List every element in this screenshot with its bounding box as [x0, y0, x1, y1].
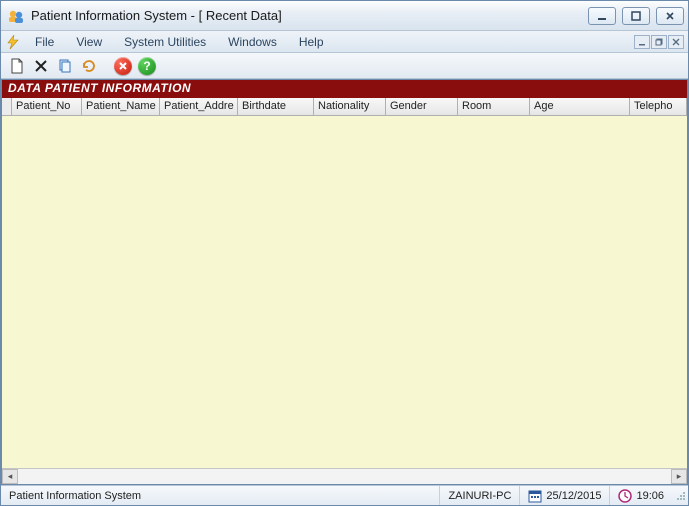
grid-body[interactable]: [2, 116, 687, 468]
calendar-icon: [528, 489, 542, 503]
status-time-text: 19:06: [636, 490, 664, 502]
window-controls: [588, 7, 684, 25]
mdi-restore-button[interactable]: [651, 35, 667, 49]
mdi-close-button[interactable]: [668, 35, 684, 49]
col-gender[interactable]: Gender: [386, 98, 458, 115]
status-time: 19:06: [610, 486, 672, 505]
window-title: Patient Information System - [ Recent Da…: [31, 8, 588, 23]
col-telepho[interactable]: Telepho: [630, 98, 687, 115]
mdi-controls: [634, 35, 684, 49]
refresh-button[interactable]: [79, 56, 99, 76]
col-patient-no[interactable]: Patient_No: [12, 98, 82, 115]
section-banner: DATA PATIENT INFORMATION: [2, 80, 687, 98]
menu-file[interactable]: File: [25, 33, 64, 51]
status-app-name: Patient Information System: [1, 486, 440, 505]
bolt-icon: [5, 34, 21, 50]
menu-bar: File View System Utilities Windows Help: [1, 31, 688, 53]
scroll-right-button[interactable]: ▸: [671, 469, 687, 484]
row-marker-header: [2, 98, 12, 115]
col-patient-name[interactable]: Patient_Name: [82, 98, 160, 115]
horizontal-scrollbar[interactable]: ◂ ▸: [2, 468, 687, 484]
new-document-button[interactable]: [7, 56, 27, 76]
status-host: ZAINURI-PC: [440, 486, 520, 505]
content-area: DATA PATIENT INFORMATION Patient_No Pati…: [1, 79, 688, 485]
menu-windows[interactable]: Windows: [218, 33, 287, 51]
close-icon: [114, 57, 132, 75]
scroll-track[interactable]: [18, 469, 671, 484]
close-button[interactable]: [656, 7, 684, 25]
col-patient-addre[interactable]: Patient_Addre: [160, 98, 238, 115]
copy-button[interactable]: [55, 56, 75, 76]
status-bar: Patient Information System ZAINURI-PC 25…: [1, 485, 688, 505]
grid-header: Patient_No Patient_Name Patient_Addre Bi…: [2, 98, 687, 116]
resize-grip[interactable]: [672, 489, 688, 503]
col-room[interactable]: Room: [458, 98, 530, 115]
col-age[interactable]: Age: [530, 98, 630, 115]
delete-button[interactable]: [31, 56, 51, 76]
title-bar: Patient Information System - [ Recent Da…: [1, 1, 688, 31]
toolbar: ?: [1, 53, 688, 79]
col-birthdate[interactable]: Birthdate: [238, 98, 314, 115]
mdi-minimize-button[interactable]: [634, 35, 650, 49]
minimize-button[interactable]: [588, 7, 616, 25]
scroll-left-button[interactable]: ◂: [2, 469, 18, 484]
help-icon: ?: [138, 57, 156, 75]
menu-system-utilities[interactable]: System Utilities: [114, 33, 216, 51]
status-date-text: 25/12/2015: [546, 490, 601, 502]
app-icon: [7, 7, 25, 25]
help-button[interactable]: ?: [137, 56, 157, 76]
menu-help[interactable]: Help: [289, 33, 334, 51]
clock-icon: [618, 489, 632, 503]
maximize-button[interactable]: [622, 7, 650, 25]
col-nationality[interactable]: Nationality: [314, 98, 386, 115]
menu-view[interactable]: View: [66, 33, 112, 51]
status-date: 25/12/2015: [520, 486, 610, 505]
cancel-button[interactable]: [113, 56, 133, 76]
